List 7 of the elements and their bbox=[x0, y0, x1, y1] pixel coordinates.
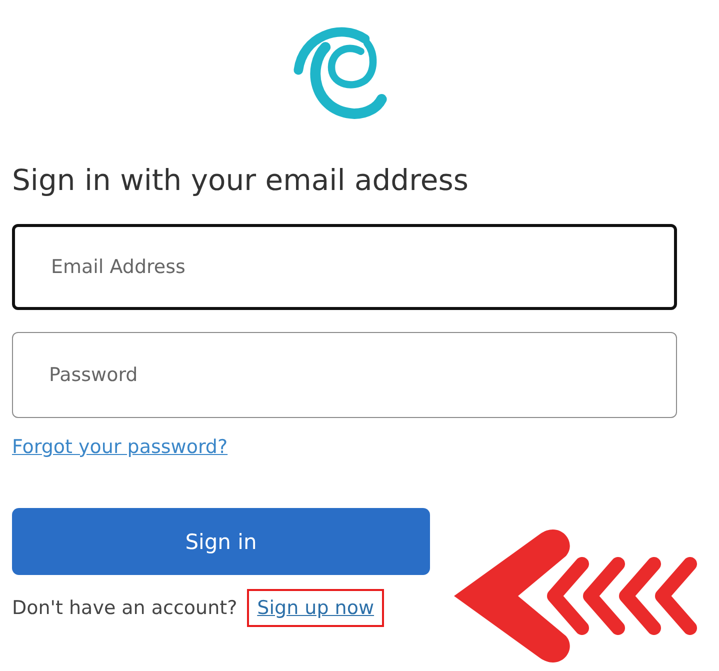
input-field[interactable]: Password bbox=[12, 332, 677, 418]
sign-up-link[interactable]: Sign up now bbox=[247, 589, 384, 627]
input-field[interactable]: Email Address bbox=[12, 224, 677, 310]
sign-in-button[interactable]: Sign in bbox=[12, 508, 430, 575]
page-heading: Sign in with your email address bbox=[12, 162, 470, 199]
signup-prompt: Don't have an account? bbox=[12, 597, 238, 619]
forgot-password-link[interactable]: Forgot your password? bbox=[12, 434, 228, 460]
